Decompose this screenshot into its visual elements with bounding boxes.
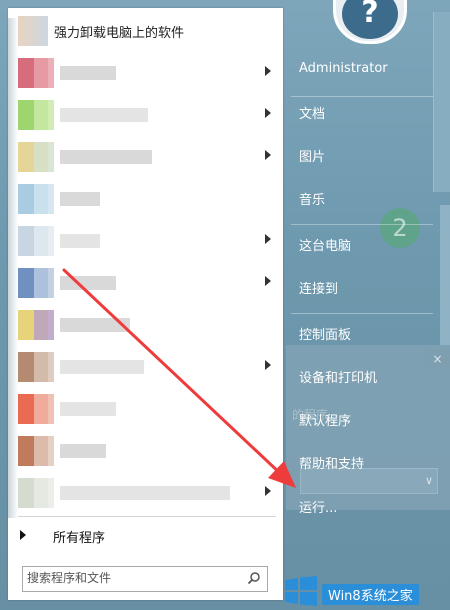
program-item[interactable] — [8, 472, 283, 514]
start-menu-programs-pane: 强力卸载电脑上的软件 所有程序 搜索程序和文件 — [8, 8, 283, 600]
blurred-label — [60, 66, 116, 80]
blurred-label — [60, 318, 130, 332]
right-separator — [291, 224, 433, 225]
program-item[interactable] — [8, 178, 283, 220]
blurred-label — [60, 234, 100, 248]
user-icon: ? — [342, 0, 398, 39]
help-support-link[interactable]: 帮助和支持 — [299, 453, 364, 472]
app-icon-detail — [34, 268, 54, 298]
blurred-label — [60, 192, 100, 206]
chevron-down-icon: ∨ — [424, 474, 433, 487]
program-item[interactable] — [8, 136, 283, 178]
blurred-label — [60, 486, 230, 500]
devices-printers-link[interactable]: 设备和打印机 — [299, 367, 377, 386]
blurred-label — [60, 108, 148, 122]
default-programs-link[interactable]: 默认程序 — [299, 410, 351, 429]
menu-separator — [18, 516, 276, 517]
step-badge: 2 — [380, 208, 420, 248]
this-pc-link[interactable]: 这台电脑 — [299, 235, 351, 254]
chevron-right-icon — [265, 360, 271, 370]
desktop-window-edge-2 — [440, 205, 450, 345]
chevron-right-icon — [265, 486, 271, 496]
blurred-label — [60, 150, 152, 164]
program-item[interactable] — [8, 430, 283, 472]
music-link[interactable]: 音乐 — [299, 189, 325, 208]
program-label: 强力卸载电脑上的软件 — [54, 26, 185, 41]
windows-logo-icon — [285, 576, 317, 606]
blurred-label — [60, 402, 116, 416]
program-item[interactable] — [8, 388, 283, 430]
connect-to-link[interactable]: 连接到 — [299, 278, 338, 297]
program-item-uninstall[interactable]: 强力卸载电脑上的软件 — [8, 10, 283, 52]
app-icon-detail — [34, 436, 54, 466]
search-box[interactable] — [22, 566, 268, 592]
chevron-right-icon — [265, 108, 271, 118]
app-icon-detail — [34, 310, 54, 340]
program-item[interactable] — [8, 262, 283, 304]
program-item[interactable] — [8, 94, 283, 136]
app-icon-detail — [34, 184, 54, 214]
dialog-close-icon: × — [425, 350, 450, 368]
program-item[interactable] — [8, 220, 283, 262]
right-separator — [291, 96, 433, 97]
app-icon-detail — [34, 394, 54, 424]
all-programs-label: 所有程序 — [53, 531, 106, 546]
chevron-right-icon — [265, 276, 271, 286]
blurred-label — [60, 360, 144, 374]
app-icon-detail — [34, 142, 54, 172]
chevron-right-icon — [265, 150, 271, 160]
chevron-right-icon — [265, 234, 271, 244]
run-link[interactable]: 运行... — [299, 497, 337, 516]
watermark: Win8系统之家 — [285, 574, 450, 610]
chevron-right-icon — [265, 66, 271, 76]
app-icon-detail — [34, 100, 54, 130]
app-icon-detail — [34, 352, 54, 382]
app-icon-detail — [34, 226, 54, 256]
search-input[interactable] — [27, 569, 237, 587]
program-item[interactable] — [8, 304, 283, 346]
blurred-label — [60, 444, 106, 458]
control-panel-link[interactable]: 控制面板 — [299, 324, 351, 343]
documents-link[interactable]: 文档 — [299, 103, 325, 122]
program-item[interactable] — [8, 52, 283, 94]
user-name-link[interactable]: Administrator — [299, 61, 388, 76]
search-icon[interactable] — [247, 571, 261, 585]
right-separator — [291, 313, 433, 314]
pictures-link[interactable]: 图片 — [299, 146, 325, 165]
all-programs-button[interactable]: 所有程序 — [8, 521, 283, 551]
triangle-right-icon — [20, 530, 26, 540]
app-icon — [18, 16, 48, 46]
app-icon-detail — [34, 478, 54, 508]
blurred-label — [60, 276, 116, 290]
watermark-text: Win8系统之家 — [322, 584, 419, 605]
desktop-window-edge — [433, 12, 450, 192]
app-icon-detail — [34, 58, 54, 88]
program-item[interactable] — [8, 346, 283, 388]
